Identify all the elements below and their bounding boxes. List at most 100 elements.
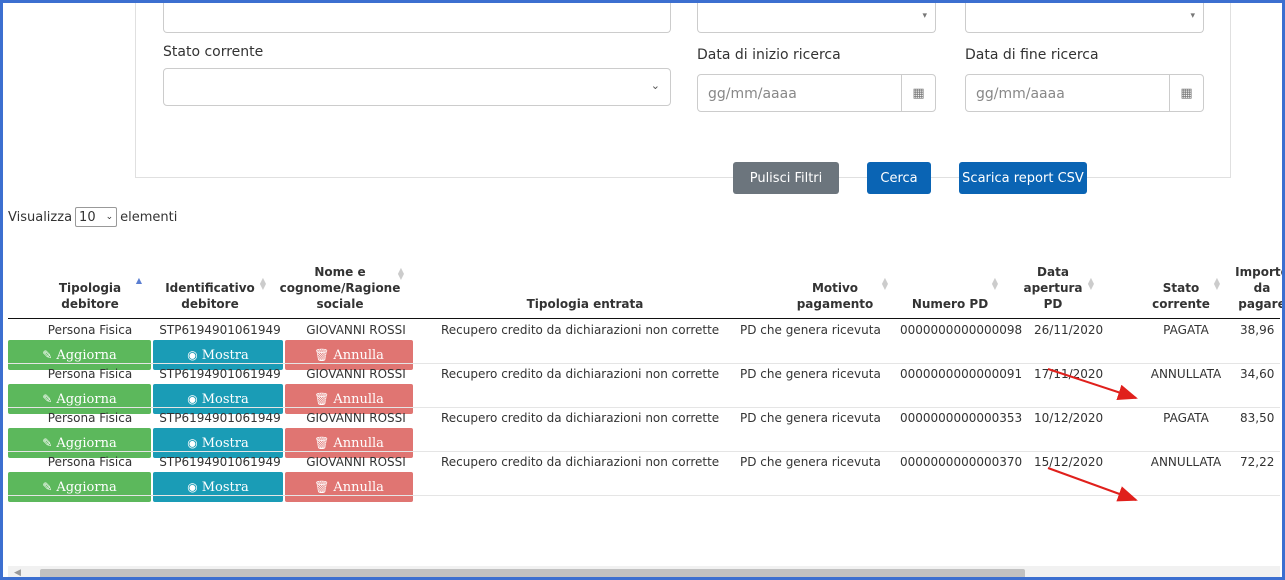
cell-entrata: Recupero credito da dichiarazioni non co… <box>441 323 720 337</box>
col-header-label: Tipologia entrata <box>526 297 644 311</box>
col-header-label: Nome e cognome/Ragione sociale <box>279 265 401 311</box>
top-filter-input-1[interactable] <box>163 3 671 33</box>
cell-entrata: Recupero credito da dichiarazioni non co… <box>441 411 720 425</box>
cell-nome: GIOVANNI ROSSI <box>306 367 406 381</box>
cell-numero: 0000000000000091 <box>900 367 1023 381</box>
calendar-icon[interactable]: ▦ <box>1169 75 1203 111</box>
col-header-tipologia-entrata[interactable]: Tipologia entrata <box>440 248 730 318</box>
cell-id: STP6194901061949 <box>159 323 281 337</box>
col-header-motivo-pagamento[interactable]: Motivo pagamento ▲ ▼ <box>790 248 888 318</box>
data-fine-placeholder: gg/mm/aaaa <box>976 86 1065 102</box>
aggiorna-button-label: Aggiorna <box>56 479 117 495</box>
cell-stato: ANNULLATA <box>1150 367 1222 381</box>
mostra-button-label: Mostra <box>201 391 249 407</box>
cell-entrata: Recupero credito da dichiarazioni non co… <box>441 455 720 469</box>
aggiorna-button[interactable]: ✎ Aggiorna <box>8 472 151 502</box>
stato-corrente-label: Stato corrente <box>163 44 264 60</box>
col-header-nome-cognome[interactable]: Nome e cognome/Ragione sociale ▲ ▼ <box>279 248 404 318</box>
col-header-label: Tipologia debitore <box>58 281 122 311</box>
cell-importo: 72,22 <box>1240 455 1275 469</box>
cell-tipologia: Persona Fisica <box>47 367 133 381</box>
cell-importo: 83,50 <box>1240 411 1275 425</box>
col-header-label: Identificativo debitore <box>165 281 255 311</box>
data-fine-label: Data di fine ricerca <box>965 47 1099 63</box>
cell-id: STP6194901061949 <box>159 367 281 381</box>
cell-motivo: PD che genera ricevuta <box>740 411 881 425</box>
edit-icon: ✎ <box>42 480 53 494</box>
cell-numero: 0000000000000370 <box>900 455 1023 469</box>
col-header-label: Numero PD <box>911 297 989 311</box>
cell-stato: PAGATA <box>1163 411 1209 425</box>
cell-data: 26/11/2020 <box>1034 323 1104 337</box>
sort-icon: ▲ ▼ <box>991 276 998 291</box>
col-header-tipologia-debitore[interactable]: Tipologia debitore ▲ <box>40 248 142 318</box>
length-suffix: elementi <box>120 209 178 225</box>
col-header-importo[interactable]: Importo da pagare <box>1235 248 1285 318</box>
sort-icon: ▲ ▼ <box>881 276 888 291</box>
top-filter-select-2[interactable]: ▾ <box>697 3 936 33</box>
sort-icon: ▲ ▼ <box>259 276 266 291</box>
cell-tipologia: Persona Fisica <box>47 411 133 425</box>
chevron-down-icon: ⌄ <box>105 212 114 222</box>
cell-data: 10/12/2020 <box>1034 411 1104 425</box>
aggiorna-button-label: Aggiorna <box>56 435 117 451</box>
scroll-left-icon[interactable]: ◀ <box>14 566 21 580</box>
col-header-label: Data apertura PD <box>1023 265 1083 311</box>
cell-nome: GIOVANNI ROSSI <box>306 455 406 469</box>
top-filter-select-3[interactable]: ▾ <box>965 3 1204 33</box>
length-select[interactable]: 10 ⌄ <box>75 207 118 227</box>
cell-stato: ANNULLATA <box>1150 455 1222 469</box>
mostra-button-label: Mostra <box>201 479 249 495</box>
stato-corrente-select[interactable]: ⌄ <box>163 68 671 106</box>
eye-icon: ◉ <box>187 348 198 362</box>
cell-numero: 0000000000000353 <box>900 411 1023 425</box>
cell-data: 15/12/2020 <box>1034 455 1104 469</box>
trash-icon: 🗑 <box>314 436 330 450</box>
mostra-button-label: Mostra <box>201 347 249 363</box>
calendar-icon[interactable]: ▦ <box>901 75 935 111</box>
cell-motivo: PD che genera ricevuta <box>740 455 881 469</box>
edit-icon: ✎ <box>42 392 53 406</box>
data-inizio-label: Data di inizio ricerca <box>697 47 841 63</box>
length-value: 10 <box>79 209 96 225</box>
horizontal-scrollbar[interactable]: ◀ <box>8 566 1280 580</box>
annulla-button-label: Annulla <box>333 347 384 363</box>
data-fine-input[interactable]: gg/mm/aaaa ▦ <box>965 74 1204 112</box>
annulla-button[interactable]: 🗑 Annulla <box>285 472 413 502</box>
aggiorna-button-label: Aggiorna <box>56 347 117 363</box>
edit-icon: ✎ <box>42 436 53 450</box>
eye-icon: ◉ <box>187 436 198 450</box>
cell-nome: GIOVANNI ROSSI <box>306 323 406 337</box>
col-header-identificativo-debitore[interactable]: Identificativo debitore ▲ ▼ <box>160 248 266 318</box>
mostra-button[interactable]: ◉ Mostra <box>153 472 283 502</box>
data-inizio-placeholder: gg/mm/aaaa <box>708 86 797 102</box>
scrollbar-thumb[interactable] <box>40 569 1025 579</box>
eye-icon: ◉ <box>187 480 198 494</box>
sort-asc-icon: ▲ <box>135 276 142 285</box>
annulla-button-label: Annulla <box>333 479 384 495</box>
annulla-button-label: Annulla <box>333 435 384 451</box>
chevron-down-icon: ▾ <box>1190 11 1195 21</box>
col-header-label: Importo da pagare <box>1235 265 1285 311</box>
scarica-report-csv-button[interactable]: Scarica report CSV <box>959 162 1087 194</box>
cell-stato: PAGATA <box>1163 323 1209 337</box>
cell-importo: 38,96 <box>1240 323 1275 337</box>
pulisci-filtri-button[interactable]: Pulisci Filtri <box>733 162 839 194</box>
col-header-label: Motivo pagamento <box>796 281 874 311</box>
sort-icon: ▲ ▼ <box>1087 276 1094 291</box>
cell-nome: GIOVANNI ROSSI <box>306 411 406 425</box>
cell-tipologia: Persona Fisica <box>47 455 133 469</box>
cell-entrata: Recupero credito da dichiarazioni non co… <box>441 367 720 381</box>
length-menu: Visualizza 10 ⌄ elementi <box>8 207 177 227</box>
trash-icon: 🗑 <box>314 392 330 406</box>
col-header-label: Stato corrente <box>1152 281 1210 311</box>
annulla-button-label: Annulla <box>333 391 384 407</box>
col-header-numero-pd[interactable]: Numero PD ▲ ▼ <box>900 248 1000 318</box>
row-divider <box>8 495 1280 496</box>
mostra-button-label: Mostra <box>201 435 249 451</box>
data-inizio-input[interactable]: gg/mm/aaaa ▦ <box>697 74 936 112</box>
cerca-button[interactable]: Cerca <box>867 162 931 194</box>
col-header-data-apertura[interactable]: Data apertura PD ▲ ▼ <box>1018 248 1094 318</box>
cell-id: STP6194901061949 <box>159 411 281 425</box>
col-header-stato-corrente[interactable]: Stato corrente ▲ ▼ <box>1150 248 1220 318</box>
